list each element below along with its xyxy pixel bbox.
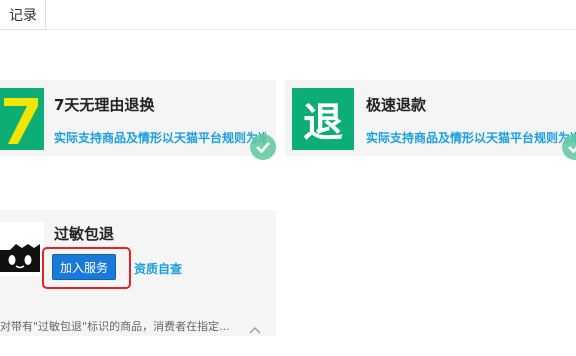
service-title: 过敏包退 — [54, 225, 115, 243]
check-circle-icon — [250, 134, 276, 160]
service-note: 对带有"过敏包退"标识的商品，消费者在指定... — [0, 320, 230, 333]
tab-records[interactable]: 记录 — [0, 0, 46, 30]
highlight-box — [42, 247, 131, 289]
service-title: 极速退款 — [366, 96, 427, 114]
service-desc: 实际支持商品及情形以天猫平台规则为准 — [366, 131, 576, 145]
tmall-cat-icon — [0, 222, 44, 276]
tab-bar: 记录 — [0, 0, 576, 30]
check-circle-icon — [562, 134, 576, 160]
chevron-up-icon[interactable] — [249, 322, 261, 334]
service-desc: 实际支持商品及情形以天猫平台规则为准 — [54, 131, 266, 145]
refund-badge-icon: 退 — [292, 88, 354, 150]
service-title: 7天无理由退换 — [54, 96, 155, 114]
qualification-check-link[interactable]: 资质自查 — [134, 260, 182, 277]
seven-day-badge-icon — [0, 88, 44, 150]
